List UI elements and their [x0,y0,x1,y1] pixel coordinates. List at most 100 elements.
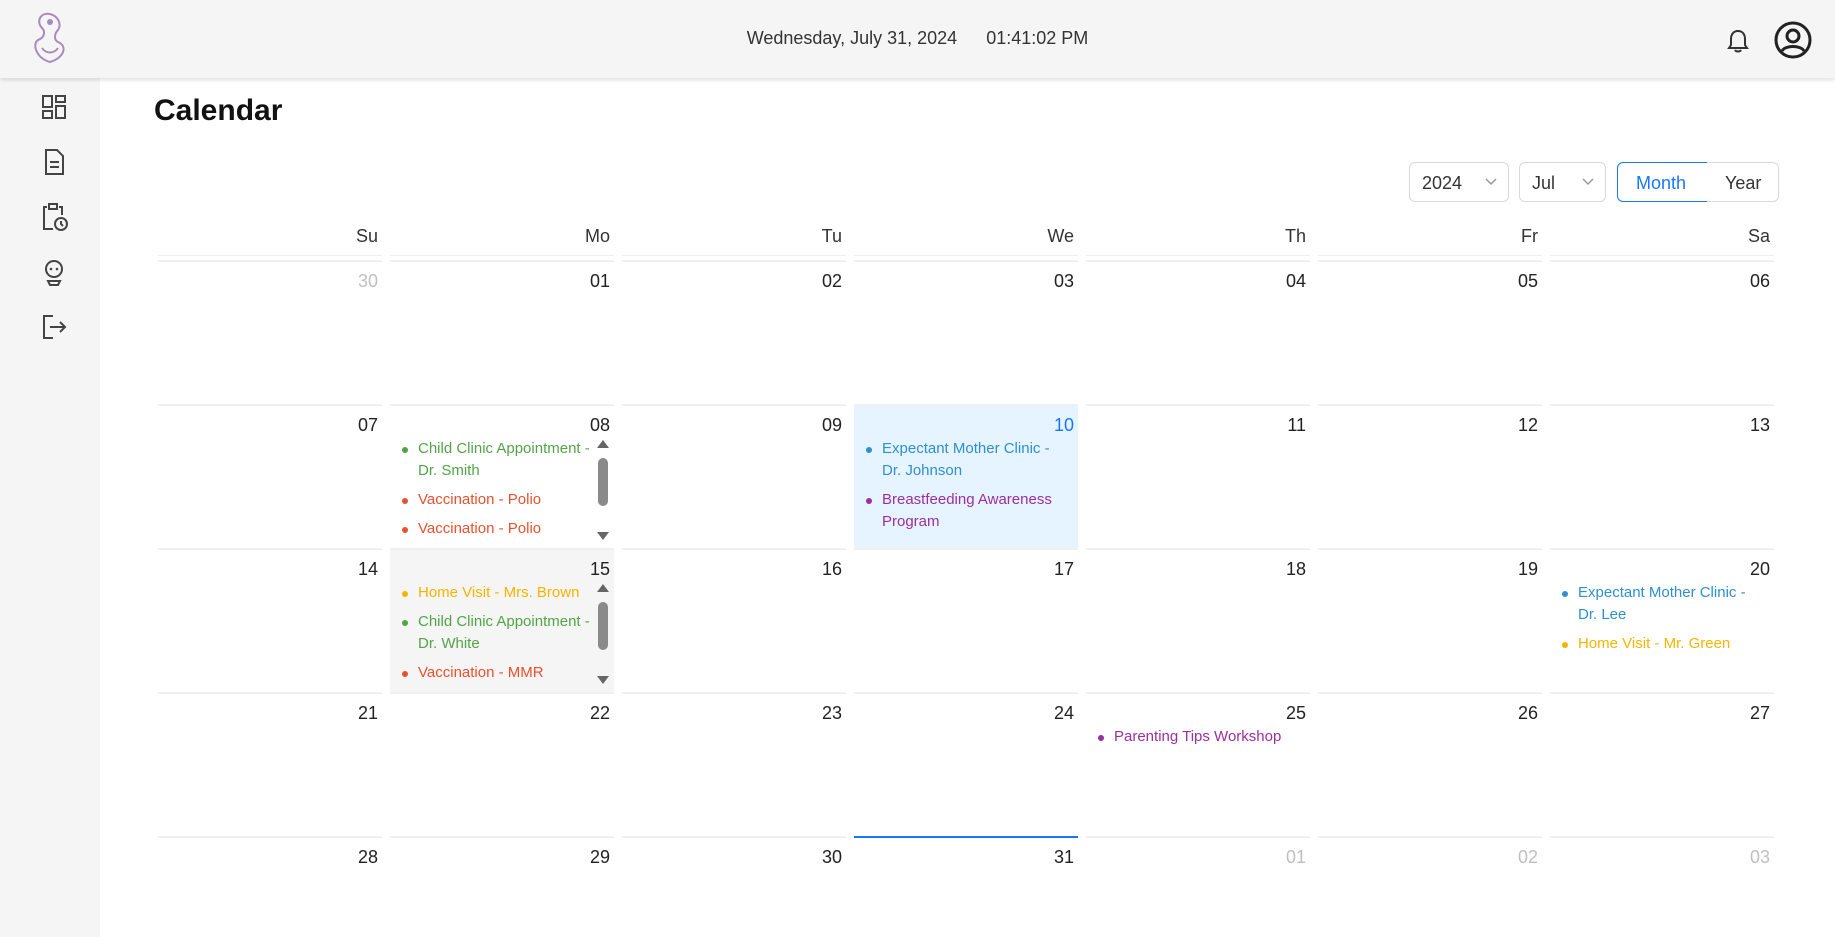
scrollbar-thumb[interactable] [598,602,608,650]
year-select[interactable]: 2024 [1409,162,1509,202]
day-number: 03 [1749,847,1770,867]
event-title: Child Clinic Appointment - Dr. Smith [418,440,590,479]
day-number: 12 [1517,415,1538,435]
calendar-day-cell[interactable]: 06 [1550,260,1774,404]
day-number: 28 [357,847,378,867]
calendar-day-cell[interactable]: 21 [158,692,382,836]
scroll-up-arrow-icon[interactable] [597,440,609,448]
calendar-day-cell[interactable]: 31 [854,836,1078,937]
day-number: 05 [1517,271,1538,291]
day-number: 14 [357,559,378,579]
event-dot-icon [866,498,872,504]
calendar-day-cell[interactable]: 25 Parenting Tips Workshop [1086,692,1310,836]
calendar-event[interactable]: Breastfeeding Awareness Program [860,489,1054,533]
current-date: Wednesday, July 31, 2024 [746,28,958,48]
scroll-down-arrow-icon[interactable] [597,676,609,684]
event-title: Vaccination - Polio [418,491,542,508]
calendar-day-cell[interactable]: 12 [1318,404,1542,548]
calendar-day-cell[interactable]: 02 [622,260,846,404]
calendar-day-cell[interactable]: 26 [1318,692,1542,836]
calendar-day-cell[interactable]: 27 [1550,692,1774,836]
calendar-day-cell[interactable]: 28 [158,836,382,937]
weekday-label: We [854,226,1078,256]
day-number: 30 [357,271,378,291]
calendar-day-cell[interactable]: 05 [1318,260,1542,404]
calendar-day-cell[interactable]: 22 [390,692,614,836]
calendar-day-cell[interactable]: 03 [854,260,1078,404]
calendar-day-cell[interactable]: 07 [158,404,382,548]
top-bar: Wednesday, July 31, 2024 01:41:02 PM [0,0,1835,78]
calendar-event[interactable]: Expectant Mother Clinic - Dr. Johnson [860,438,1054,482]
day-number: 16 [821,559,842,579]
calendar-event[interactable]: Home Visit - Mr. Green [1556,633,1750,655]
calendar-event[interactable]: Vaccination - Polio [396,489,590,511]
month-select[interactable]: Jul [1519,162,1606,202]
calendar-day-cell[interactable]: 09 [622,404,846,548]
calendar-day-cell[interactable]: 04 [1086,260,1310,404]
calendar-day-cell[interactable]: 10 Expectant Mother Clinic - Dr. Johnson B… [854,404,1078,548]
event-dot-icon [1562,591,1568,597]
event-list-scrollbar[interactable] [596,582,610,686]
clipboard-clock-icon[interactable] [39,202,69,232]
user-account-icon[interactable] [1773,20,1813,60]
scroll-down-arrow-icon[interactable] [597,532,609,540]
current-time: 01:41:02 PM [986,28,1089,48]
calendar-day-cell[interactable]: 01 [1086,836,1310,937]
calendar-day-cell[interactable]: 02 [1318,836,1542,937]
calendar-event[interactable]: Child Clinic Appointment - Dr. Smith [396,438,590,482]
calendar-day-cell[interactable]: 20 Expectant Mother Clinic - Dr. Lee Home … [1550,548,1774,692]
event-title: Home Visit - Mrs. Brown [418,584,580,601]
calendar-event[interactable]: Parenting Tips Workshop [1092,726,1286,748]
day-number: 31 [1053,847,1074,867]
weekday-label: Fr [1318,226,1542,256]
month-mode-button[interactable]: Month [1617,162,1708,202]
calendar-day-cell[interactable]: 08 Child Clinic Appointment - Dr. Smith Va… [390,404,614,548]
baby-icon[interactable] [39,257,69,287]
calendar-day-cell[interactable]: 24 [854,692,1078,836]
calendar-event[interactable]: Home Visit - Mrs. Brown [396,582,590,604]
chevron-down-icon [1485,178,1497,186]
day-number: 02 [1517,847,1538,867]
event-list-scrollbar[interactable] [596,438,610,542]
event-list: Child Clinic Appointment - Dr. Smith Vacc… [396,438,610,542]
calendar-day-cell[interactable]: 17 [854,548,1078,692]
calendar-day-cell[interactable]: 11 [1086,404,1310,548]
event-title: Expectant Mother Clinic - Dr. Johnson [882,440,1050,479]
calendar-day-cell[interactable]: 03 [1550,836,1774,937]
calendar-event[interactable]: Child Clinic Appointment - Dr. White [396,611,590,655]
calendar-day-cell[interactable]: 18 [1086,548,1310,692]
calendar-event[interactable]: Vaccination - Polio [396,518,590,540]
day-number: 01 [1285,847,1306,867]
year-select-value: 2024 [1422,173,1463,193]
day-number: 13 [1749,415,1770,435]
calendar-day-cell[interactable]: 14 [158,548,382,692]
dashboard-icon[interactable] [39,92,69,122]
calendar-event[interactable]: Expectant Mother Clinic - Dr. Lee [1556,582,1750,626]
document-icon[interactable] [39,147,69,177]
calendar-day-cell[interactable]: 16 [622,548,846,692]
scroll-up-arrow-icon[interactable] [597,584,609,592]
bell-icon[interactable] [1726,28,1750,54]
calendar-day-cell[interactable]: 15 Home Visit - Mrs. Brown Child Clinic Ap… [390,548,614,692]
year-mode-button[interactable]: Year [1707,162,1779,202]
calendar-day-cell[interactable]: 23 [622,692,846,836]
calendar-day-cell[interactable]: 29 [390,836,614,937]
scrollbar-thumb[interactable] [598,458,608,506]
event-title: Parenting Tips Workshop [1114,728,1282,745]
calendar-event[interactable]: Vaccination - MMR [396,662,590,684]
calendar-day-cell[interactable]: 13 [1550,404,1774,548]
weekday-header: Su Mo Tu We Th Fr Sa [158,226,1780,256]
calendar-grid: Su Mo Tu We Th Fr Sa 30 01 02 03 04 05 06 07 08 Child C… [158,226,1780,867]
day-number: 20 [1749,559,1770,579]
day-number: 23 [821,703,842,723]
day-number: 27 [1749,703,1770,723]
calendar-day-cell[interactable]: 19 [1318,548,1542,692]
logout-icon[interactable] [39,312,69,342]
calendar-day-cell[interactable]: 30 [158,260,382,404]
calendar-day-cell[interactable]: 30 [622,836,846,937]
sidebar [0,78,100,937]
calendar-day-cell[interactable]: 01 [390,260,614,404]
chevron-down-icon [1582,178,1594,186]
event-dot-icon [866,447,872,453]
event-dot-icon [402,527,408,533]
